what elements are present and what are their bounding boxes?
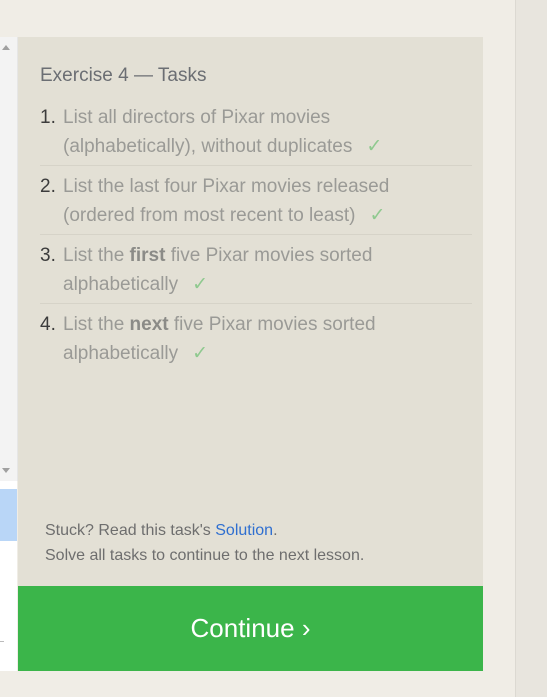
selected-result-row[interactable] (0, 489, 17, 541)
scroll-up-arrow-icon[interactable] (2, 45, 10, 50)
task-text: alphabetically (63, 274, 179, 295)
check-icon: ✓ (369, 205, 386, 226)
solve-all-text: Solve all tasks to continue to the next … (45, 547, 365, 564)
task-item-3: 3. List the first five Pixar movies sort… (40, 241, 472, 304)
help-notes: Stuck? Read this task's Solution. Solve … (45, 518, 364, 568)
task-text-emphasis: next (129, 314, 169, 335)
task-text-prefix: List the (63, 314, 130, 335)
scroll-down-arrow-icon[interactable] (2, 468, 10, 473)
panel-title: Exercise 4 — Tasks (40, 65, 207, 86)
page-margin (515, 0, 547, 697)
tasks-panel: Exercise 4 — Tasks 1. List all directors… (18, 37, 483, 586)
task-text: (alphabetically), without duplicates (63, 136, 353, 157)
task-text: (ordered from most recent to least) (63, 205, 356, 226)
continue-button[interactable]: Continue › (18, 586, 483, 671)
task-text: alphabetically (63, 343, 179, 364)
task-text-suffix: five Pixar movies sorted (168, 314, 376, 335)
task-text-suffix: five Pixar movies sorted (165, 245, 373, 266)
check-icon: ✓ (192, 274, 209, 295)
query-results-area (0, 481, 17, 671)
page: Exercise 4 — Tasks 1. List all directors… (0, 0, 547, 697)
solution-link[interactable]: Solution (215, 522, 273, 539)
task-text: List the last four Pixar movies released (63, 176, 390, 197)
task-text-prefix: List the (63, 245, 130, 266)
task-text-emphasis: first (129, 245, 166, 266)
stuck-line: Stuck? Read this task's Solution. (45, 518, 364, 543)
check-icon: ✓ (192, 343, 209, 364)
stuck-suffix: . (273, 522, 278, 539)
task-number: 1. (40, 107, 56, 128)
stuck-text: Stuck? Read this task's (45, 522, 216, 539)
task-number: 4. (40, 314, 56, 335)
task-item-2: 2. List the last four Pixar movies relea… (40, 172, 472, 235)
task-item-1: 1. List all directors of Pixar movies (a… (40, 103, 472, 166)
task-text: List all directors of Pixar movies (63, 107, 331, 128)
task-item-4: 4. List the next five Pixar movies sorte… (40, 310, 472, 372)
task-number: 2. (40, 176, 56, 197)
task-number: 3. (40, 245, 56, 266)
divider (0, 641, 4, 642)
check-icon: ✓ (366, 136, 383, 157)
task-list: 1. List all directors of Pixar movies (a… (40, 103, 472, 378)
query-editor-scroll-area[interactable] (0, 37, 18, 481)
